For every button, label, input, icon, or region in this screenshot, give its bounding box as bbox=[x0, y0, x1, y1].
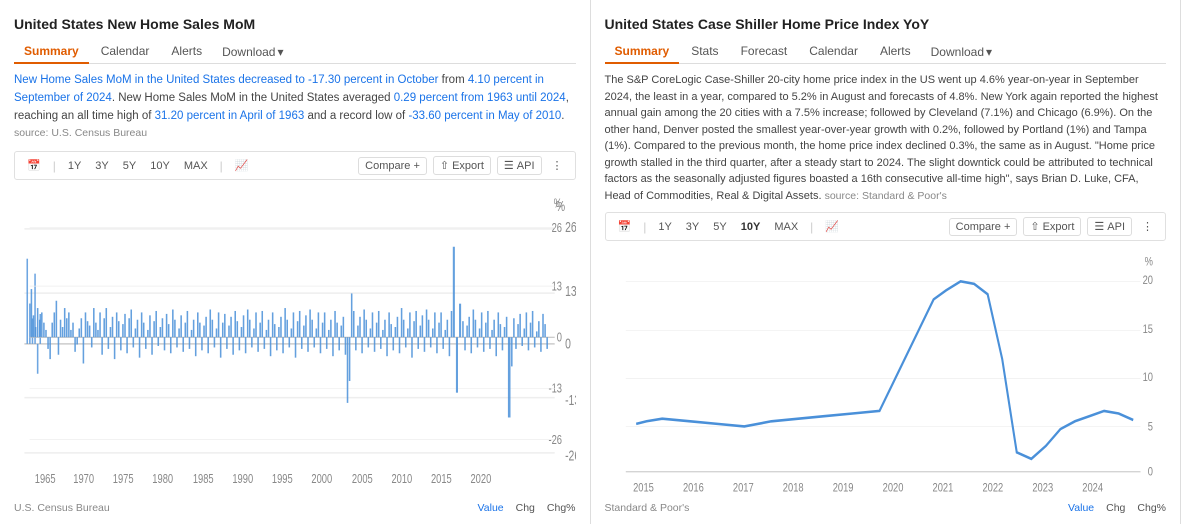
left-toolbar: 📅 | 1Y 3Y 5Y 10Y MAX | 📈 Compare + ⇧ Exp… bbox=[14, 151, 576, 180]
svg-text:2000: 2000 bbox=[311, 473, 332, 487]
svg-text:2021: 2021 bbox=[932, 482, 953, 495]
svg-text:5: 5 bbox=[1147, 421, 1152, 434]
right-chart-footer: Standard & Poor's Value Chg Chg% bbox=[605, 502, 1167, 514]
left-chgpct-link[interactable]: Chg% bbox=[547, 502, 576, 514]
tab-alerts-left[interactable]: Alerts bbox=[161, 40, 212, 64]
svg-text:%: % bbox=[1144, 256, 1153, 269]
export-button-left[interactable]: ⇧ Export bbox=[433, 156, 491, 175]
tab-stats-right[interactable]: Stats bbox=[681, 40, 728, 64]
svg-text:2024: 2024 bbox=[1082, 482, 1103, 495]
svg-text:1970: 1970 bbox=[73, 473, 94, 487]
period-1y-left[interactable]: 1Y bbox=[64, 158, 85, 174]
api-icon-right: ☰ bbox=[1094, 220, 1104, 233]
svg-text:2015: 2015 bbox=[633, 482, 654, 495]
right-source: Standard & Poor's bbox=[605, 502, 690, 514]
period-10y-right[interactable]: 10Y bbox=[737, 219, 765, 235]
period-10y-left[interactable]: 10Y bbox=[146, 158, 174, 174]
svg-text:0: 0 bbox=[557, 331, 562, 345]
calendar-icon-right[interactable]: 📅 bbox=[614, 218, 636, 235]
svg-text:2018: 2018 bbox=[782, 482, 803, 495]
svg-text:1965: 1965 bbox=[35, 473, 56, 487]
api-button-right[interactable]: ☰ API bbox=[1087, 217, 1132, 236]
svg-text:2023: 2023 bbox=[1032, 482, 1053, 495]
period-3y-right[interactable]: 3Y bbox=[682, 219, 703, 235]
period-max-right[interactable]: MAX bbox=[770, 219, 802, 235]
svg-text:-26: -26 bbox=[548, 434, 562, 448]
left-chart: % 26 13 0 -13 -26 bbox=[14, 184, 576, 498]
left-panel: United States New Home Sales MoM Summary… bbox=[0, 0, 591, 524]
svg-text:0: 0 bbox=[1147, 466, 1152, 479]
desc-highlight-1: New Home Sales MoM in the United States … bbox=[14, 74, 308, 86]
period-1y-right[interactable]: 1Y bbox=[654, 219, 675, 235]
svg-text:1985: 1985 bbox=[193, 473, 214, 487]
svg-text:20: 20 bbox=[1142, 274, 1153, 287]
right-value-link[interactable]: Value bbox=[1068, 502, 1094, 514]
calendar-icon-left[interactable]: 📅 bbox=[23, 157, 45, 174]
tab-summary-right[interactable]: Summary bbox=[605, 40, 680, 64]
left-chg-link[interactable]: Chg bbox=[516, 502, 535, 514]
svg-text:13: 13 bbox=[552, 280, 562, 294]
left-value-link[interactable]: Value bbox=[478, 502, 504, 514]
left-description: New Home Sales MoM in the United States … bbox=[14, 72, 576, 143]
chart-type-icon-right[interactable]: 📈 bbox=[821, 218, 843, 235]
svg-text:2022: 2022 bbox=[982, 482, 1003, 495]
period-max-left[interactable]: MAX bbox=[180, 158, 212, 174]
api-button-left[interactable]: ☰ API bbox=[497, 156, 542, 175]
period-5y-left[interactable]: 5Y bbox=[119, 158, 140, 174]
right-toolbar: 📅 | 1Y 3Y 5Y 10Y MAX | 📈 Compare + ⇧ Exp… bbox=[605, 212, 1167, 241]
svg-text:1995: 1995 bbox=[272, 473, 293, 487]
svg-text:26: 26 bbox=[552, 222, 562, 236]
svg-text:2010: 2010 bbox=[391, 473, 412, 487]
svg-text:1990: 1990 bbox=[232, 473, 253, 487]
api-icon-left: ☰ bbox=[504, 159, 514, 172]
tab-summary-left[interactable]: Summary bbox=[14, 40, 89, 64]
export-icon-right: ⇧ bbox=[1030, 220, 1039, 233]
more-icon-left[interactable]: ⋮ bbox=[548, 157, 567, 174]
right-panel-title: United States Case Shiller Home Price In… bbox=[605, 16, 1167, 32]
right-description: The S&P CoreLogic Case-Shiller 20-city h… bbox=[605, 72, 1167, 204]
right-chgpct-link[interactable]: Chg% bbox=[1137, 502, 1166, 514]
period-3y-left[interactable]: 3Y bbox=[91, 158, 112, 174]
svg-text:15: 15 bbox=[1142, 323, 1153, 336]
svg-text:2015: 2015 bbox=[431, 473, 452, 487]
right-chart-svg: % 20 15 10 5 0 2015 2016 2017 2018 2019 … bbox=[605, 245, 1167, 498]
svg-text:2020: 2020 bbox=[470, 473, 491, 487]
left-source: U.S. Census Bureau bbox=[14, 502, 110, 514]
export-button-right[interactable]: ⇧ Export bbox=[1023, 217, 1081, 236]
right-chart: % 20 15 10 5 0 2015 2016 2017 2018 2019 … bbox=[605, 245, 1167, 498]
right-panel: United States Case Shiller Home Price In… bbox=[591, 0, 1181, 524]
chevron-down-icon-right: ▾ bbox=[986, 45, 992, 59]
left-chart-footer: U.S. Census Bureau Value Chg Chg% bbox=[14, 502, 576, 514]
tab-calendar-right[interactable]: Calendar bbox=[799, 40, 868, 64]
svg-text:2017: 2017 bbox=[732, 482, 753, 495]
svg-text:2020: 2020 bbox=[882, 482, 903, 495]
more-icon-right[interactable]: ⋮ bbox=[1138, 218, 1157, 235]
right-chg-link[interactable]: Chg bbox=[1106, 502, 1125, 514]
export-icon-left: ⇧ bbox=[440, 159, 449, 172]
svg-text:-13: -13 bbox=[548, 383, 562, 397]
right-tab-bar: Summary Stats Forecast Calendar Alerts D… bbox=[605, 40, 1167, 64]
compare-button-right[interactable]: Compare + bbox=[949, 218, 1018, 236]
left-tab-bar: Summary Calendar Alerts Download ▾ bbox=[14, 40, 576, 64]
tab-download-right[interactable]: Download ▾ bbox=[923, 40, 1000, 63]
tab-alerts-right[interactable]: Alerts bbox=[870, 40, 921, 64]
period-5y-right[interactable]: 5Y bbox=[709, 219, 730, 235]
svg-text:2016: 2016 bbox=[682, 482, 703, 495]
left-panel-title: United States New Home Sales MoM bbox=[14, 16, 576, 32]
chart-bars-svg: % 26 13 0 -13 -26 bbox=[14, 184, 576, 498]
chart-type-icon-left[interactable]: 📈 bbox=[231, 157, 253, 174]
svg-text:2019: 2019 bbox=[832, 482, 853, 495]
svg-text:1975: 1975 bbox=[113, 473, 134, 487]
chevron-down-icon: ▾ bbox=[277, 45, 283, 59]
svg-text:%: % bbox=[554, 197, 562, 211]
svg-text:1980: 1980 bbox=[152, 473, 173, 487]
svg-text:10: 10 bbox=[1142, 371, 1153, 384]
tab-forecast-right[interactable]: Forecast bbox=[731, 40, 798, 64]
svg-text:2005: 2005 bbox=[352, 473, 373, 487]
tab-calendar-left[interactable]: Calendar bbox=[91, 40, 160, 64]
chart-line-right bbox=[636, 282, 1133, 460]
tab-download-left[interactable]: Download ▾ bbox=[214, 40, 291, 63]
compare-button-left[interactable]: Compare + bbox=[358, 157, 427, 175]
